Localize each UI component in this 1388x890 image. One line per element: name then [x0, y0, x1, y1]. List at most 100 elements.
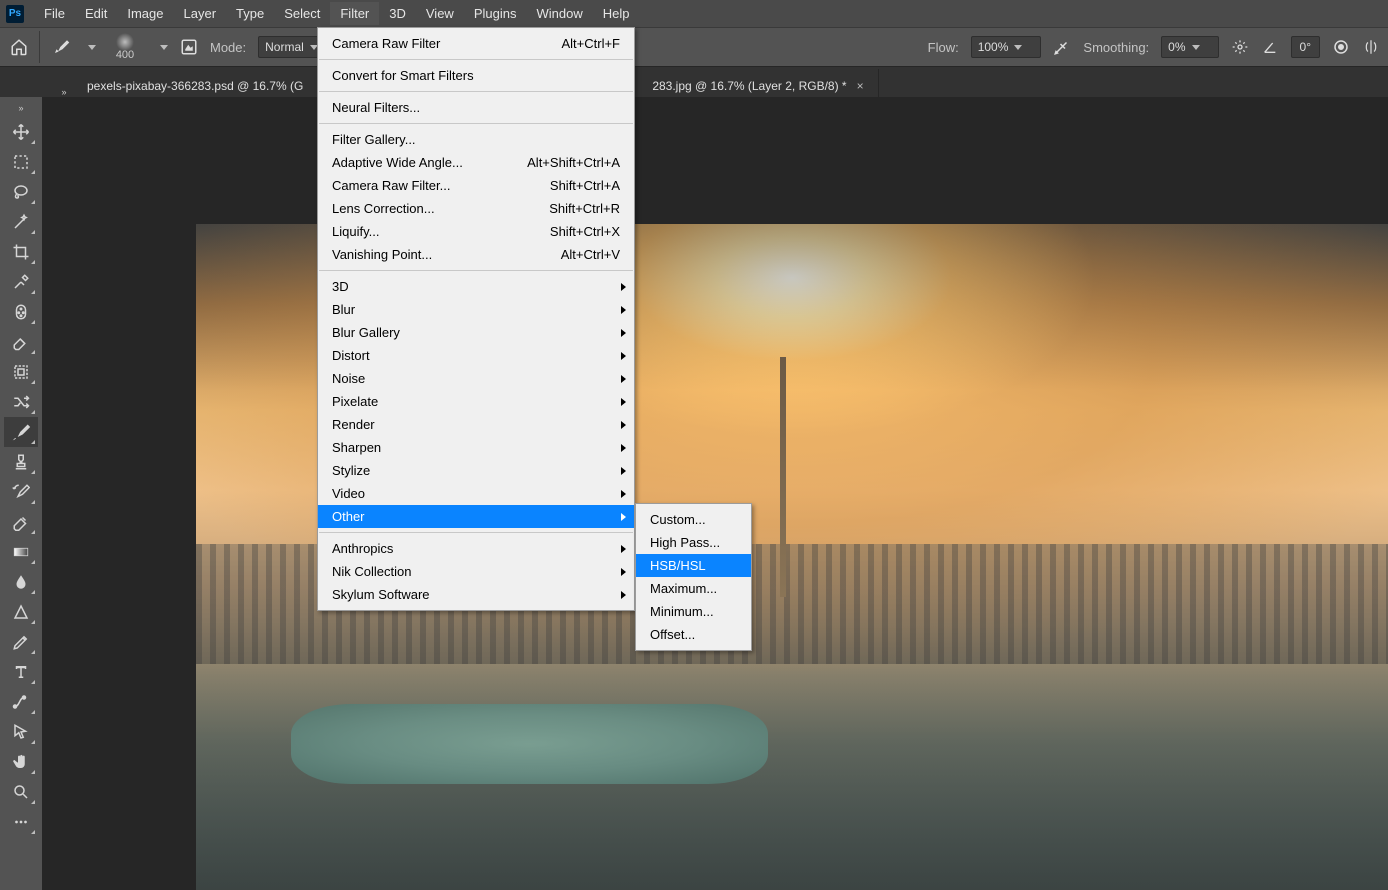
menu-item-label: 3D	[332, 279, 620, 294]
menu-view[interactable]: View	[416, 2, 464, 25]
eraser-tool[interactable]	[4, 327, 38, 357]
document-tab[interactable]: 283.jpg @ 16.7% (Layer 2, RGB/8) *×	[638, 69, 878, 97]
menu-item-label: Stylize	[332, 463, 620, 478]
menu-item-offset[interactable]: Offset...	[636, 623, 751, 646]
direct-select-tool[interactable]	[4, 717, 38, 747]
flow-input[interactable]: 100%	[971, 36, 1042, 58]
menu-item-nik-collection[interactable]: Nik Collection	[318, 560, 634, 583]
menu-help[interactable]: Help	[593, 2, 640, 25]
menu-item-minimum[interactable]: Minimum...	[636, 600, 751, 623]
close-icon[interactable]: ×	[857, 79, 864, 93]
menu-item-other[interactable]: Other	[318, 505, 634, 528]
symmetry-icon[interactable]	[1362, 38, 1380, 56]
stamp-tool[interactable]	[4, 447, 38, 477]
menu-item-distort[interactable]: Distort	[318, 344, 634, 367]
path-tool[interactable]	[4, 687, 38, 717]
menu-item-filter-gallery[interactable]: Filter Gallery...	[318, 128, 634, 151]
menu-item-label: Distort	[332, 348, 620, 363]
document-tab[interactable]: pexels-pixabay-366283.psd @ 16.7% (G	[73, 69, 318, 97]
angle-icon[interactable]	[1261, 38, 1279, 56]
menu-item-noise[interactable]: Noise	[318, 367, 634, 390]
zoom-tool[interactable]	[4, 777, 38, 807]
angle-input[interactable]: 0°	[1291, 36, 1320, 58]
frame-tool[interactable]	[4, 357, 38, 387]
chevron-down-icon[interactable]	[160, 45, 168, 50]
menu-item-sharpen[interactable]: Sharpen	[318, 436, 634, 459]
marquee-tool[interactable]	[4, 147, 38, 177]
menu-item-neural-filters[interactable]: Neural Filters...	[318, 96, 634, 119]
menu-3d[interactable]: 3D	[379, 2, 416, 25]
menu-item-blur[interactable]: Blur	[318, 298, 634, 321]
menu-item-label: Liquify...	[332, 224, 550, 239]
menu-layer[interactable]: Layer	[174, 2, 227, 25]
menu-item-stylize[interactable]: Stylize	[318, 459, 634, 482]
pressure-icon[interactable]	[1332, 38, 1350, 56]
blur-tool[interactable]	[4, 567, 38, 597]
gradient-tool[interactable]	[4, 537, 38, 567]
menu-item-vanishing-point[interactable]: Vanishing Point...Alt+Ctrl+V	[318, 243, 634, 266]
home-button[interactable]	[8, 31, 40, 63]
crop-tool[interactable]	[4, 237, 38, 267]
airbrush-icon[interactable]	[1053, 38, 1071, 56]
toolstrip-expand-icon[interactable]: »	[0, 103, 42, 117]
menu-item-convert-for-smart-filters[interactable]: Convert for Smart Filters	[318, 64, 634, 87]
menu-item-accelerator: Shift+Ctrl+R	[549, 201, 620, 216]
menu-item-adaptive-wide-angle[interactable]: Adaptive Wide Angle...Alt+Shift+Ctrl+A	[318, 151, 634, 174]
gear-icon[interactable]	[1231, 38, 1249, 56]
menu-item-high-pass[interactable]: High Pass...	[636, 531, 751, 554]
menu-item-camera-raw-filter[interactable]: Camera Raw FilterAlt+Ctrl+F	[318, 32, 634, 55]
menu-item-video[interactable]: Video	[318, 482, 634, 505]
menu-item-maximum[interactable]: Maximum...	[636, 577, 751, 600]
menu-item-skylum-software[interactable]: Skylum Software	[318, 583, 634, 606]
smoothing-input[interactable]: 0%	[1161, 36, 1218, 58]
menu-item-blur-gallery[interactable]: Blur Gallery	[318, 321, 634, 344]
menu-type[interactable]: Type	[226, 2, 274, 25]
brush-tool[interactable]	[4, 417, 38, 447]
menu-item-lens-correction[interactable]: Lens Correction...Shift+Ctrl+R	[318, 197, 634, 220]
lasso-tool[interactable]	[4, 177, 38, 207]
dodge-tool[interactable]	[4, 597, 38, 627]
filter-menu: Camera Raw FilterAlt+Ctrl+F Convert for S…	[317, 27, 635, 611]
menu-item-render[interactable]: Render	[318, 413, 634, 436]
menu-filter[interactable]: Filter	[330, 2, 379, 25]
canvas-area[interactable]	[42, 97, 1388, 890]
menu-item-liquify[interactable]: Liquify...Shift+Ctrl+X	[318, 220, 634, 243]
eyedropper-tool[interactable]	[4, 267, 38, 297]
menu-item-anthropics[interactable]: Anthropics	[318, 537, 634, 560]
menu-item-accelerator: Shift+Ctrl+X	[550, 224, 620, 239]
submenu-arrow-icon	[621, 398, 626, 406]
wand-tool[interactable]	[4, 207, 38, 237]
menu-item-label: Lens Correction...	[332, 201, 549, 216]
text-tool[interactable]	[4, 657, 38, 687]
submenu-arrow-icon	[621, 444, 626, 452]
menu-file[interactable]: File	[34, 2, 75, 25]
submenu-arrow-icon	[621, 421, 626, 429]
menu-edit[interactable]: Edit	[75, 2, 117, 25]
menu-item-camera-raw-filter[interactable]: Camera Raw Filter...Shift+Ctrl+A	[318, 174, 634, 197]
pen-tool[interactable]	[4, 627, 38, 657]
menu-item-pixelate[interactable]: Pixelate	[318, 390, 634, 413]
hand-tool[interactable]	[4, 747, 38, 777]
healing-tool[interactable]	[4, 297, 38, 327]
chevron-down-icon[interactable]	[88, 45, 96, 50]
history-brush-tool[interactable]	[4, 477, 38, 507]
brush-icon[interactable]	[52, 38, 70, 56]
move-tool[interactable]	[4, 117, 38, 147]
brush-preview[interactable]: 400	[108, 30, 142, 64]
menu-plugins[interactable]: Plugins	[464, 2, 527, 25]
tabstrip-expand-icon[interactable]: »	[55, 87, 73, 97]
menu-image[interactable]: Image	[117, 2, 173, 25]
submenu-arrow-icon	[621, 568, 626, 576]
menu-item-custom[interactable]: Custom...	[636, 508, 751, 531]
canvas-decoration	[291, 704, 768, 784]
menu-window[interactable]: Window	[526, 2, 592, 25]
menu-item-label: Maximum...	[650, 581, 757, 596]
eraser-slash-tool[interactable]	[4, 507, 38, 537]
brush-panel-icon[interactable]	[180, 38, 198, 56]
menu-item-label: Convert for Smart Filters	[332, 68, 620, 83]
menu-select[interactable]: Select	[274, 2, 330, 25]
menu-item-hsb-hsl[interactable]: HSB/HSL	[636, 554, 751, 577]
more-tool[interactable]	[4, 807, 38, 837]
shuffle-tool[interactable]	[4, 387, 38, 417]
menu-item-3d[interactable]: 3D	[318, 275, 634, 298]
